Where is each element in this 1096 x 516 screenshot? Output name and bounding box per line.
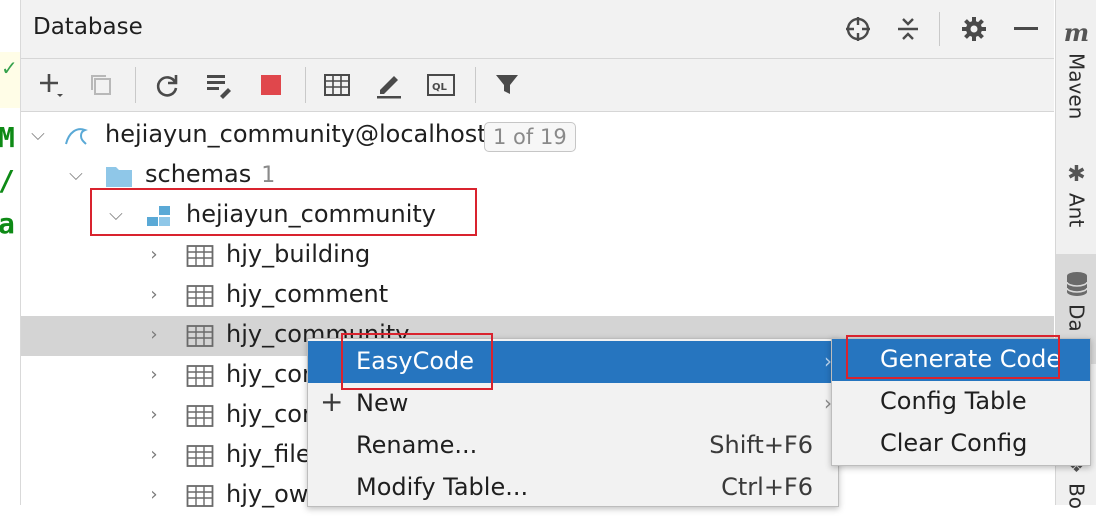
- chevron-right-icon[interactable]: ›: [145, 405, 163, 425]
- checkmark-icon: ✓: [1, 56, 18, 80]
- collapse-all-icon[interactable]: [891, 12, 925, 46]
- mysql-icon: [63, 124, 89, 148]
- menu-item-rename[interactable]: Rename... Shift+F6: [308, 425, 838, 467]
- refresh-icon[interactable]: [149, 67, 185, 103]
- connection-label: hejiayun_community@localhost: [105, 120, 487, 148]
- chevron-right-icon[interactable]: ›: [145, 325, 163, 345]
- gear-icon[interactable]: [957, 12, 991, 46]
- table-icon: [186, 444, 214, 468]
- table-icon: [186, 364, 214, 388]
- menu-item-modify-table[interactable]: Modify Table... Ctrl+F6: [308, 467, 838, 506]
- editor-fragment: ✓ M / a: [0, 0, 21, 505]
- menu-item-label: EasyCode: [356, 347, 475, 375]
- table-icon: [186, 244, 214, 268]
- tree-node-schemas[interactable]: ⌵ schemas 1: [21, 156, 1054, 196]
- toolbar-separator: [135, 67, 136, 103]
- menu-item-label: Modify Table...: [356, 473, 529, 501]
- table-label: hjy_con: [226, 400, 318, 428]
- side-tab-ant[interactable]: ✱ Ant: [1056, 162, 1096, 227]
- schemas-text: schemas: [145, 160, 252, 188]
- toolbar-separator: [305, 67, 306, 103]
- context-menu: EasyCode › + New › Rename... Shift+F6 Mo…: [307, 338, 839, 507]
- add-icon[interactable]: [33, 67, 69, 103]
- chevron-right-icon[interactable]: ›: [145, 285, 163, 305]
- editor-char: a: [0, 202, 15, 245]
- side-tab-label: Da: [1064, 304, 1089, 332]
- ant-icon: ✱: [1067, 162, 1086, 187]
- chevron-right-icon[interactable]: ›: [145, 485, 163, 505]
- menu-item-shortcut: Shift+F6: [709, 431, 813, 459]
- tree-node-schema[interactable]: ⌵ hejiayun_community: [21, 196, 1054, 236]
- submenu-item-label: Clear Config: [880, 429, 1028, 457]
- table-label: hjy_file: [226, 440, 311, 468]
- menu-item-shortcut: Ctrl+F6: [721, 473, 813, 501]
- table-label: hjy_building: [226, 240, 371, 268]
- minimize-icon[interactable]: [1009, 12, 1043, 46]
- submenu-item-label: Config Table: [880, 387, 1027, 415]
- schemas-count: 1: [261, 163, 276, 188]
- header-separator: [939, 12, 940, 46]
- table-icon: [186, 484, 214, 508]
- tree-node-table[interactable]: › hjy_building: [21, 236, 1054, 276]
- plus-icon: +: [320, 385, 344, 418]
- chevron-down-icon[interactable]: ⌵: [29, 125, 47, 145]
- easycode-submenu: Generate Code Config Table Clear Config: [831, 338, 1091, 466]
- table-icon: [186, 324, 214, 348]
- side-tab-label: Maven: [1064, 53, 1089, 120]
- connection-badge: 1 of 19: [484, 122, 576, 152]
- panel-header: Database: [21, 0, 1054, 59]
- editor-char: M: [0, 116, 15, 159]
- submenu-item-label: Generate Code: [880, 345, 1062, 373]
- submenu-item-generate-code[interactable]: Generate Code: [832, 339, 1090, 381]
- chevron-right-icon[interactable]: ›: [145, 245, 163, 265]
- editor-text: M / a: [0, 116, 15, 245]
- table-label: hjy_con: [226, 360, 318, 388]
- svg-text:QL: QL: [432, 82, 448, 93]
- chevron-right-icon[interactable]: ›: [145, 445, 163, 465]
- stop-icon[interactable]: [253, 67, 289, 103]
- chevron-right-icon[interactable]: ›: [145, 365, 163, 385]
- menu-item-label: Rename...: [356, 431, 478, 459]
- maven-icon: m: [1063, 18, 1090, 47]
- panel-title: Database: [33, 14, 143, 40]
- schemas-label: schemas 1: [145, 160, 275, 188]
- tree-node-table[interactable]: › hjy_comment: [21, 276, 1054, 316]
- side-tab-label: Bo: [1064, 483, 1089, 509]
- side-tab-label: Ant: [1064, 193, 1089, 228]
- table-label: hjy_ow: [226, 480, 309, 508]
- side-tab-maven[interactable]: m Maven: [1056, 18, 1096, 119]
- table-icon: [186, 284, 214, 308]
- schema-settings-icon[interactable]: [201, 67, 237, 103]
- schema-label: hejiayun_community: [186, 200, 436, 228]
- menu-item-label: New: [356, 389, 409, 417]
- submenu-item-clear-config[interactable]: Clear Config: [832, 423, 1090, 465]
- crosshair-icon[interactable]: [841, 12, 875, 46]
- menu-item-easycode[interactable]: EasyCode ›: [308, 341, 838, 383]
- duplicate-icon[interactable]: [83, 67, 119, 103]
- database-icon: [1065, 272, 1088, 296]
- table-icon: [186, 404, 214, 428]
- edit-icon[interactable]: [371, 67, 407, 103]
- menu-item-new[interactable]: + New ›: [308, 383, 838, 425]
- tree-node-connection[interactable]: ⌵ hejiayun_community@localhost 1 of 19: [21, 116, 1054, 156]
- schema-icon: [145, 204, 171, 228]
- editor-char: /: [0, 159, 15, 202]
- table-label: hjy_comment: [226, 280, 389, 308]
- toolbar-separator: [475, 67, 476, 103]
- table-view-icon[interactable]: [319, 67, 355, 103]
- chevron-down-icon[interactable]: ⌵: [67, 165, 85, 185]
- folder-icon: [105, 164, 132, 188]
- database-toolbar: QL: [21, 59, 1054, 112]
- chevron-down-icon[interactable]: ⌵: [107, 205, 125, 225]
- filter-icon[interactable]: [489, 67, 525, 103]
- sql-console-icon[interactable]: QL: [423, 67, 459, 103]
- submenu-item-config-table[interactable]: Config Table: [832, 381, 1090, 423]
